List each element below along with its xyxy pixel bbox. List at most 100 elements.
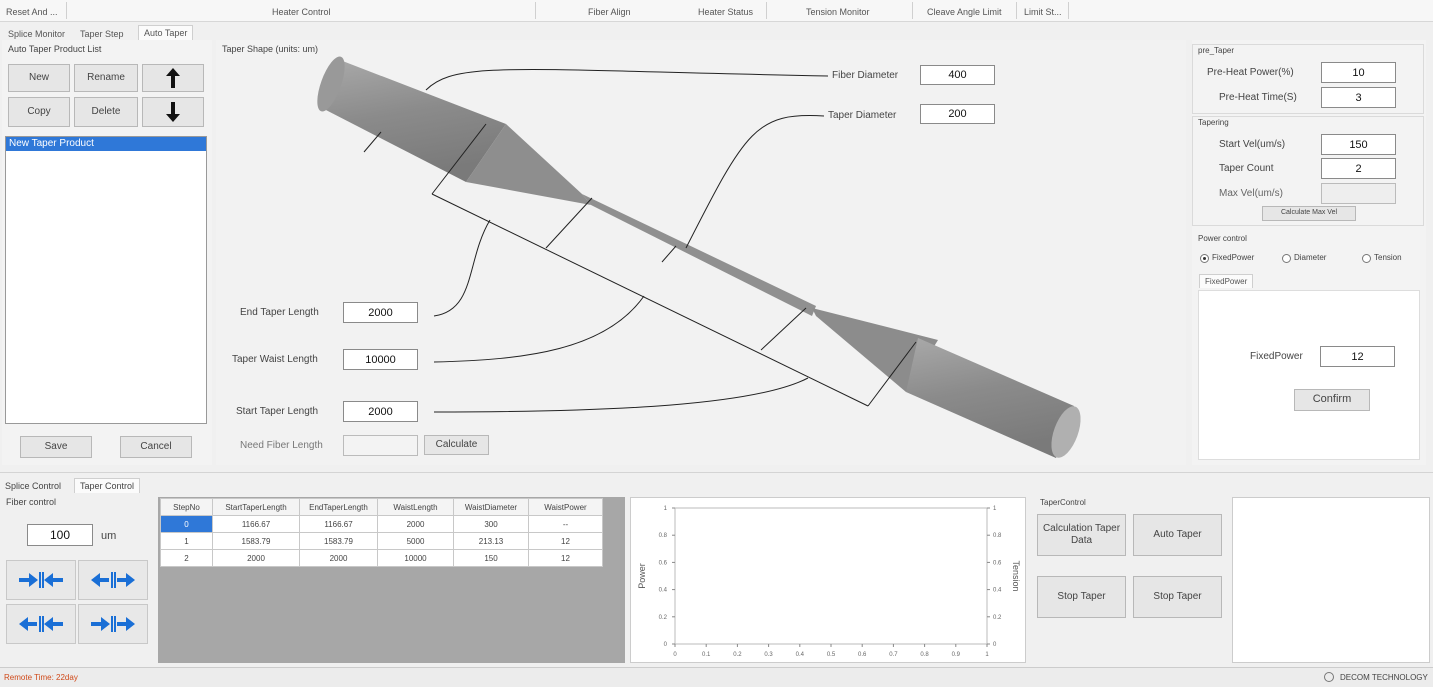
taper-count-input[interactable]: 2 xyxy=(1321,158,1396,179)
column-header: WaistPower xyxy=(528,498,603,516)
table-cell: 1583.79 xyxy=(299,532,378,550)
delete-button[interactable]: Delete xyxy=(74,97,138,127)
radio-diameter[interactable] xyxy=(1282,254,1291,263)
rename-button[interactable]: Rename xyxy=(74,64,138,92)
pre-taper-title: pre_Taper xyxy=(1198,46,1235,55)
y2-tick-label: 0.6 xyxy=(993,560,1002,566)
table-cell: 1583.79 xyxy=(212,532,300,550)
pre-heat-time-input[interactable]: 3 xyxy=(1321,87,1396,108)
taper-diameter-input[interactable]: 200 xyxy=(920,104,995,124)
column-header: StepNo xyxy=(160,498,213,516)
move-up-button[interactable] xyxy=(142,64,204,92)
fixed-power-pane xyxy=(1198,290,1420,460)
pre-heat-time-label: Pre-Heat Time(S) xyxy=(1219,92,1297,103)
power-tension-chart: 0 0.1 0.2 0.3 0.4 0.5 0.6 0.7 0.8 0.9 1 0 0.2 0.4 0.6 0… xyxy=(630,497,1026,663)
table-row[interactable]: 0 1166.67 1166.67 2000 300 -- xyxy=(160,515,603,533)
copy-button[interactable]: Copy xyxy=(8,97,70,127)
right-fiber-out-button[interactable] xyxy=(78,604,148,644)
tab-splice-monitor[interactable]: Splice Monitor xyxy=(8,29,65,39)
table-cell: 0 xyxy=(160,515,213,533)
cancel-button[interactable]: Cancel xyxy=(120,436,192,458)
y-tick-label: 1 xyxy=(664,506,668,512)
menu-tension-monitor[interactable]: Tension Monitor xyxy=(806,7,870,17)
y-tick-label: 0.8 xyxy=(659,533,668,539)
product-listbox[interactable]: New Taper Product xyxy=(5,136,207,424)
left-fiber-out-button[interactable] xyxy=(6,604,76,644)
fiber-control-title: Fiber control xyxy=(6,497,57,507)
radio-fixed-power-label: FixedPower xyxy=(1212,253,1255,262)
calculation-taper-data-button[interactable]: Calculation Taper Data xyxy=(1037,514,1126,556)
fiber-step-input[interactable]: 100 xyxy=(27,524,93,546)
auto-taper-button[interactable]: Auto Taper xyxy=(1133,514,1222,556)
product-list-title: Auto Taper Product List xyxy=(8,44,102,54)
new-button[interactable]: New xyxy=(8,64,70,92)
x-tick-label: 0.6 xyxy=(858,652,867,658)
move-outward-button[interactable] xyxy=(78,560,148,600)
fixed-power-label: FixedPower xyxy=(1250,351,1303,362)
y2-tick-label: 0.8 xyxy=(993,533,1002,539)
y-tick-label: 0 xyxy=(664,642,668,648)
fiber-diameter-label: Fiber Diameter xyxy=(832,70,899,81)
tab-auto-taper[interactable]: Auto Taper xyxy=(138,25,194,40)
table-row[interactable]: 1 1583.79 1583.79 5000 213.13 12 xyxy=(160,532,603,550)
table-cell: 150 xyxy=(453,549,529,567)
taper-waist-length-input[interactable]: 10000 xyxy=(343,349,418,370)
list-item[interactable]: New Taper Product xyxy=(6,137,206,151)
max-vel-label: Max Vel(um/s) xyxy=(1219,188,1283,199)
arrow-down-icon xyxy=(166,102,180,122)
end-taper-length-input[interactable]: 2000 xyxy=(343,302,418,323)
fixed-power-input[interactable]: 12 xyxy=(1320,346,1395,367)
tab-taper-step[interactable]: Taper Step xyxy=(80,29,124,39)
log-panel xyxy=(1232,497,1430,663)
x-tick-label: 0.8 xyxy=(920,652,929,658)
x-tick-label: 0.7 xyxy=(889,652,898,658)
menu-fiber-align[interactable]: Fiber Align xyxy=(588,7,631,17)
menu-limit[interactable]: Limit St... xyxy=(1024,7,1062,17)
x-tick-label: 0 xyxy=(673,652,677,658)
x-tick-label: 0.3 xyxy=(764,652,773,658)
pre-heat-power-input[interactable]: 10 xyxy=(1321,62,1396,83)
calculate-button[interactable]: Calculate xyxy=(424,435,489,455)
table-cell: 1 xyxy=(160,532,213,550)
end-taper-length-label: End Taper Length xyxy=(240,307,319,318)
arrows-right-out-icon xyxy=(91,616,135,632)
chart-svg: 0 0.1 0.2 0.3 0.4 0.5 0.6 0.7 0.8 0.9 100.20.40.60… xyxy=(637,506,1021,658)
start-taper-length-label: Start Taper Length xyxy=(236,406,319,417)
menu-reset[interactable]: Reset And ... xyxy=(6,7,58,17)
start-vel-input[interactable]: 150 xyxy=(1321,134,1396,155)
stop-taper-button-2[interactable]: Stop Taper xyxy=(1133,576,1222,618)
save-button[interactable]: Save xyxy=(20,436,92,458)
stop-taper-button[interactable]: Stop Taper xyxy=(1037,576,1126,618)
fiber-diameter-input[interactable]: 400 xyxy=(920,65,995,85)
top-menu-bar: Reset And ... Heater Control Fiber Align… xyxy=(0,0,1433,22)
y2-tick-label: 0.2 xyxy=(993,615,1002,621)
pre-heat-power-label: Pre-Heat Power(%) xyxy=(1207,67,1294,78)
radio-fixed-power[interactable] xyxy=(1200,254,1209,263)
move-inward-button[interactable] xyxy=(6,560,76,600)
taper-waist-length-label: Taper Waist Length xyxy=(232,354,318,365)
tab-taper-control[interactable]: Taper Control xyxy=(74,478,141,493)
plot-area xyxy=(674,507,988,645)
confirm-button[interactable]: Confirm xyxy=(1294,389,1370,411)
move-down-button[interactable] xyxy=(142,97,204,127)
arrow-up-icon xyxy=(166,68,180,88)
table-cell: 1166.67 xyxy=(299,515,378,533)
calculate-max-vel-button[interactable]: Calculate Max Vel xyxy=(1262,206,1356,221)
max-vel-input[interactable] xyxy=(1321,183,1396,204)
table-row[interactable]: 2 2000 2000 10000 150 12 xyxy=(160,549,603,567)
need-fiber-length-input[interactable] xyxy=(343,435,418,456)
divider xyxy=(0,472,1433,473)
table-cell: 2 xyxy=(160,549,213,567)
start-taper-length-input[interactable]: 2000 xyxy=(343,401,418,422)
radio-tension[interactable] xyxy=(1362,254,1371,263)
tab-fixed-power[interactable]: FixedPower xyxy=(1199,274,1254,288)
menu-separator xyxy=(766,2,767,19)
y-axis-label: Power xyxy=(637,563,647,589)
steps-table: StepNo StartTaperLength EndTaperLength W… xyxy=(160,498,603,567)
menu-heater-status[interactable]: Heater Status xyxy=(698,7,753,17)
menu-heater-control[interactable]: Heater Control xyxy=(272,7,331,17)
menu-cleave-angle[interactable]: Cleave Angle Limit xyxy=(927,7,1002,17)
column-header: EndTaperLength xyxy=(299,498,378,516)
y2-tick-label: 1 xyxy=(993,506,997,512)
tab-splice-control[interactable]: Splice Control xyxy=(5,481,61,491)
